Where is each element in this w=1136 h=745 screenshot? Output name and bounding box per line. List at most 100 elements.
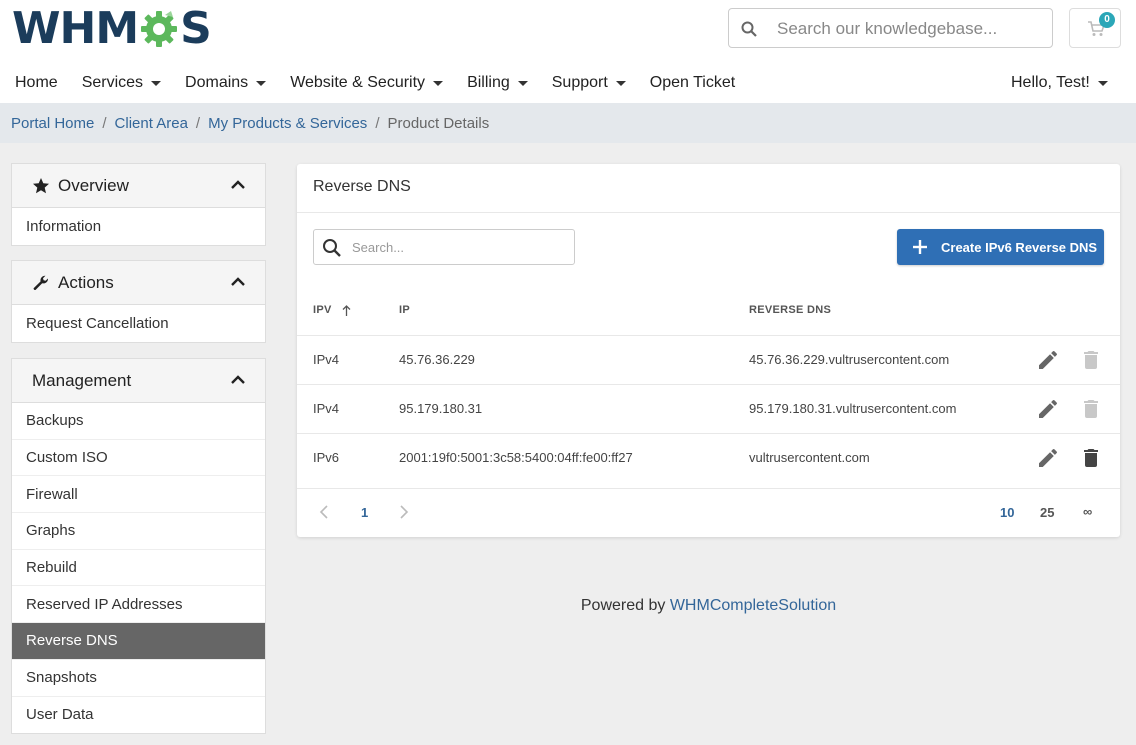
nav-support[interactable]: Support [552, 74, 626, 92]
row-divider [297, 488, 1120, 489]
breadcrumb-separator: / [102, 114, 107, 132]
chevron-left-icon[interactable] [319, 505, 329, 519]
page-size-10[interactable]: 10 [1000, 505, 1014, 520]
sort-ascending-icon [342, 304, 351, 316]
nav-website-security[interactable]: Website & Security [290, 74, 444, 92]
sidebar-item-user-data[interactable]: User Data [12, 697, 265, 734]
cell-ipv: IPv4 [313, 401, 340, 416]
cell-ip: 95.179.180.31 [399, 401, 483, 416]
search-icon [323, 239, 341, 257]
breadcrumb-client-area[interactable]: Client Area [115, 115, 188, 132]
delete-trash-icon[interactable] [1079, 348, 1103, 372]
sidebar-item-reserved-ip-addresses[interactable]: Reserved IP Addresses [12, 586, 265, 624]
caret-down-icon [615, 80, 626, 86]
overview-panel: Overview Information [11, 163, 266, 246]
nav-home[interactable]: Home [15, 74, 58, 92]
sidebar-item-label: Backups [26, 412, 84, 430]
knowledgebase-search-input[interactable] [777, 15, 1037, 43]
header: WHM S Search our knowledgebase... 0 Home… [0, 0, 1136, 103]
page-number-current[interactable]: 1 [361, 505, 368, 520]
cell-ipv: IPv6 [313, 450, 340, 465]
nav-services[interactable]: Services [82, 74, 162, 92]
nav-label: Open Ticket [649, 74, 736, 91]
nav-open-ticket[interactable]: Open Ticket [650, 74, 735, 92]
overview-title: Overview [58, 175, 129, 195]
caret-down-icon [433, 80, 444, 86]
user-greeting: Hello, Test! [1011, 74, 1090, 91]
actions-panel-header[interactable]: Actions [12, 261, 265, 305]
sidebar-item-reverse-dns[interactable]: Reverse DNS [12, 623, 265, 660]
breadcrumb-separator: / [195, 114, 201, 132]
delete-trash-icon[interactable] [1079, 397, 1103, 421]
column-header-ip[interactable]: IP [399, 304, 410, 316]
gear-logo-icon [141, 11, 178, 47]
sidebar-item-label: Firewall [26, 485, 78, 503]
caret-down-icon [517, 80, 528, 86]
chevron-up-icon[interactable] [231, 277, 245, 286]
chevron-right-icon[interactable] [399, 505, 409, 519]
sidebar-item-label: Information [26, 217, 102, 235]
chevron-up-icon[interactable] [231, 180, 245, 189]
edit-pencil-icon[interactable] [1036, 397, 1060, 421]
sidebar-item-snapshots[interactable]: Snapshots [12, 660, 265, 697]
card-title: Reverse DNS [313, 178, 411, 195]
row-divider [297, 384, 1120, 385]
cell-reverse-dns: 45.76.36.229.vultrusercontent.com [749, 352, 950, 367]
table-search[interactable] [313, 229, 575, 265]
management-title: Management [32, 370, 132, 390]
cell-reverse-dns: 95.179.180.31.vultrusercontent.com [749, 401, 957, 416]
nav-label: Billing [467, 74, 510, 91]
sidebar-item-graphs[interactable]: Graphs [12, 513, 265, 550]
breadcrumb-my-products[interactable]: My Products & Services [208, 115, 367, 132]
management-panel-header[interactable]: Management [12, 359, 265, 403]
cart-count-badge: 0 [1099, 12, 1115, 28]
breadcrumb: Portal Home / Client Area / My Products … [0, 103, 1136, 143]
nav-label: Website & Security [290, 74, 426, 91]
chevron-up-icon[interactable] [231, 375, 245, 384]
edit-pencil-icon[interactable] [1036, 348, 1060, 372]
logo-prefix: WHM [12, 3, 139, 54]
column-header-label: IP [399, 304, 410, 316]
footer: Powered by WHMCompleteSolution [297, 597, 1120, 615]
sidebar-item-label: Custom ISO [26, 449, 108, 467]
create-ipv6-reverse-dns-button[interactable]: Create IPv6 Reverse DNS [897, 229, 1104, 265]
sidebar-item-label: Graphs [26, 522, 76, 540]
edit-pencil-icon[interactable] [1036, 446, 1060, 470]
sidebar-item-label: Request Cancellation [26, 314, 169, 332]
main-nav: Home Services Domains Website & Security… [15, 66, 759, 100]
delete-trash-icon[interactable] [1079, 446, 1103, 470]
breadcrumb-portal-home[interactable]: Portal Home [11, 115, 94, 132]
sidebar-item-backups[interactable]: Backups [12, 403, 265, 440]
sidebar-item-information[interactable]: Information [12, 208, 265, 245]
sidebar-item-rebuild[interactable]: Rebuild [12, 550, 265, 587]
cart-button[interactable]: 0 [1069, 8, 1121, 48]
table-search-input[interactable] [352, 237, 562, 257]
sidebar-item-firewall[interactable]: Firewall [12, 476, 265, 514]
knowledgebase-search[interactable] [728, 8, 1053, 48]
page-size-25[interactable]: 25 [1040, 505, 1054, 520]
nav-label: Domains [185, 74, 249, 91]
footer-link[interactable]: WHMCompleteSolution [670, 597, 836, 614]
sidebar-item-label: Snapshots [26, 669, 97, 687]
overview-panel-header[interactable]: Overview [12, 164, 265, 208]
user-menu[interactable]: Hello, Test! [1011, 66, 1108, 100]
column-header-ipv[interactable]: IPV [313, 304, 351, 316]
breadcrumb-separator: / [375, 114, 380, 132]
nav-billing[interactable]: Billing [467, 74, 528, 92]
whmcs-logo[interactable]: WHM S [12, 3, 212, 54]
caret-down-icon [1097, 80, 1108, 86]
column-header-label: REVERSE DNS [749, 304, 832, 316]
sidebar-item-request-cancellation[interactable]: Request Cancellation [12, 305, 265, 342]
sidebar-item-label: Rebuild [26, 559, 77, 577]
sidebar-item-custom-iso[interactable]: Custom ISO [12, 440, 265, 477]
nav-domains[interactable]: Domains [185, 74, 267, 92]
logo-suffix: S [180, 3, 212, 54]
caret-down-icon [151, 80, 162, 86]
column-header-reverse-dns[interactable]: REVERSE DNS [749, 304, 831, 316]
actions-title: Actions [58, 272, 114, 292]
breadcrumb-current: Product Details [387, 114, 490, 132]
management-panel: Management Backups Custom ISO Firewall G… [11, 358, 266, 735]
page-size-all[interactable]: ∞ [1083, 504, 1092, 519]
actions-panel: Actions Request Cancellation [11, 260, 266, 343]
create-button-label: Create IPv6 Reverse DNS [941, 239, 1098, 255]
